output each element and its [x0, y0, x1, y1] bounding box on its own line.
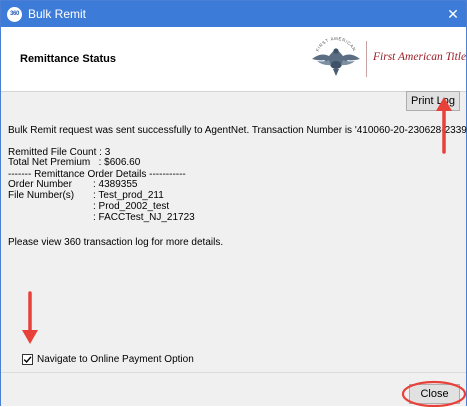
- file-numbers-label: File Number(s): [8, 190, 75, 201]
- window-close-icon[interactable]: ✕: [444, 5, 462, 23]
- app-360-icon: 360: [7, 6, 22, 22]
- down-arrow-annotation-icon: [22, 291, 38, 344]
- file-number-item: : Test_prod_211: [93, 190, 164, 201]
- order-number-label: Order Number: [8, 179, 72, 190]
- logo-divider: [366, 41, 367, 77]
- close-button[interactable]: Close: [409, 384, 460, 404]
- dialog-footer: [1, 372, 466, 406]
- company-logo-text: First American Title™: [373, 51, 467, 63]
- total-net-premium: Total Net Premium : $606.60: [8, 157, 141, 168]
- page-title: Remittance Status: [20, 53, 116, 65]
- file-number-item: : Prod_2002_test: [93, 201, 170, 212]
- print-log-button[interactable]: Print Log: [406, 91, 460, 111]
- navigate-online-payment-checkbox[interactable]: [22, 354, 33, 365]
- app-icon-label: 360: [9, 11, 20, 17]
- success-message: Bulk Remit request was sent successfully…: [8, 125, 467, 136]
- file-number-item: : FACCTest_NJ_21723: [93, 212, 195, 223]
- title-bar: 360 Bulk Remit ✕: [1, 1, 466, 27]
- window-title: Bulk Remit: [28, 7, 87, 21]
- navigate-online-payment-label[interactable]: Navigate to Online Payment Option: [37, 355, 194, 365]
- order-number-value: : 4389355: [93, 179, 138, 190]
- checkmark-icon: [23, 356, 32, 364]
- bulk-remit-window: 360 Bulk Remit ✕ Remittance Status FIRST…: [0, 0, 467, 407]
- logo-text-label: First American Title: [373, 51, 467, 63]
- eagle-logo-icon: FIRST AMERICAN: [312, 36, 360, 76]
- transaction-log-note: Please view 360 transaction log for more…: [8, 237, 224, 248]
- header-panel: Remittance Status FIRST AMERICAN First A…: [1, 27, 467, 92]
